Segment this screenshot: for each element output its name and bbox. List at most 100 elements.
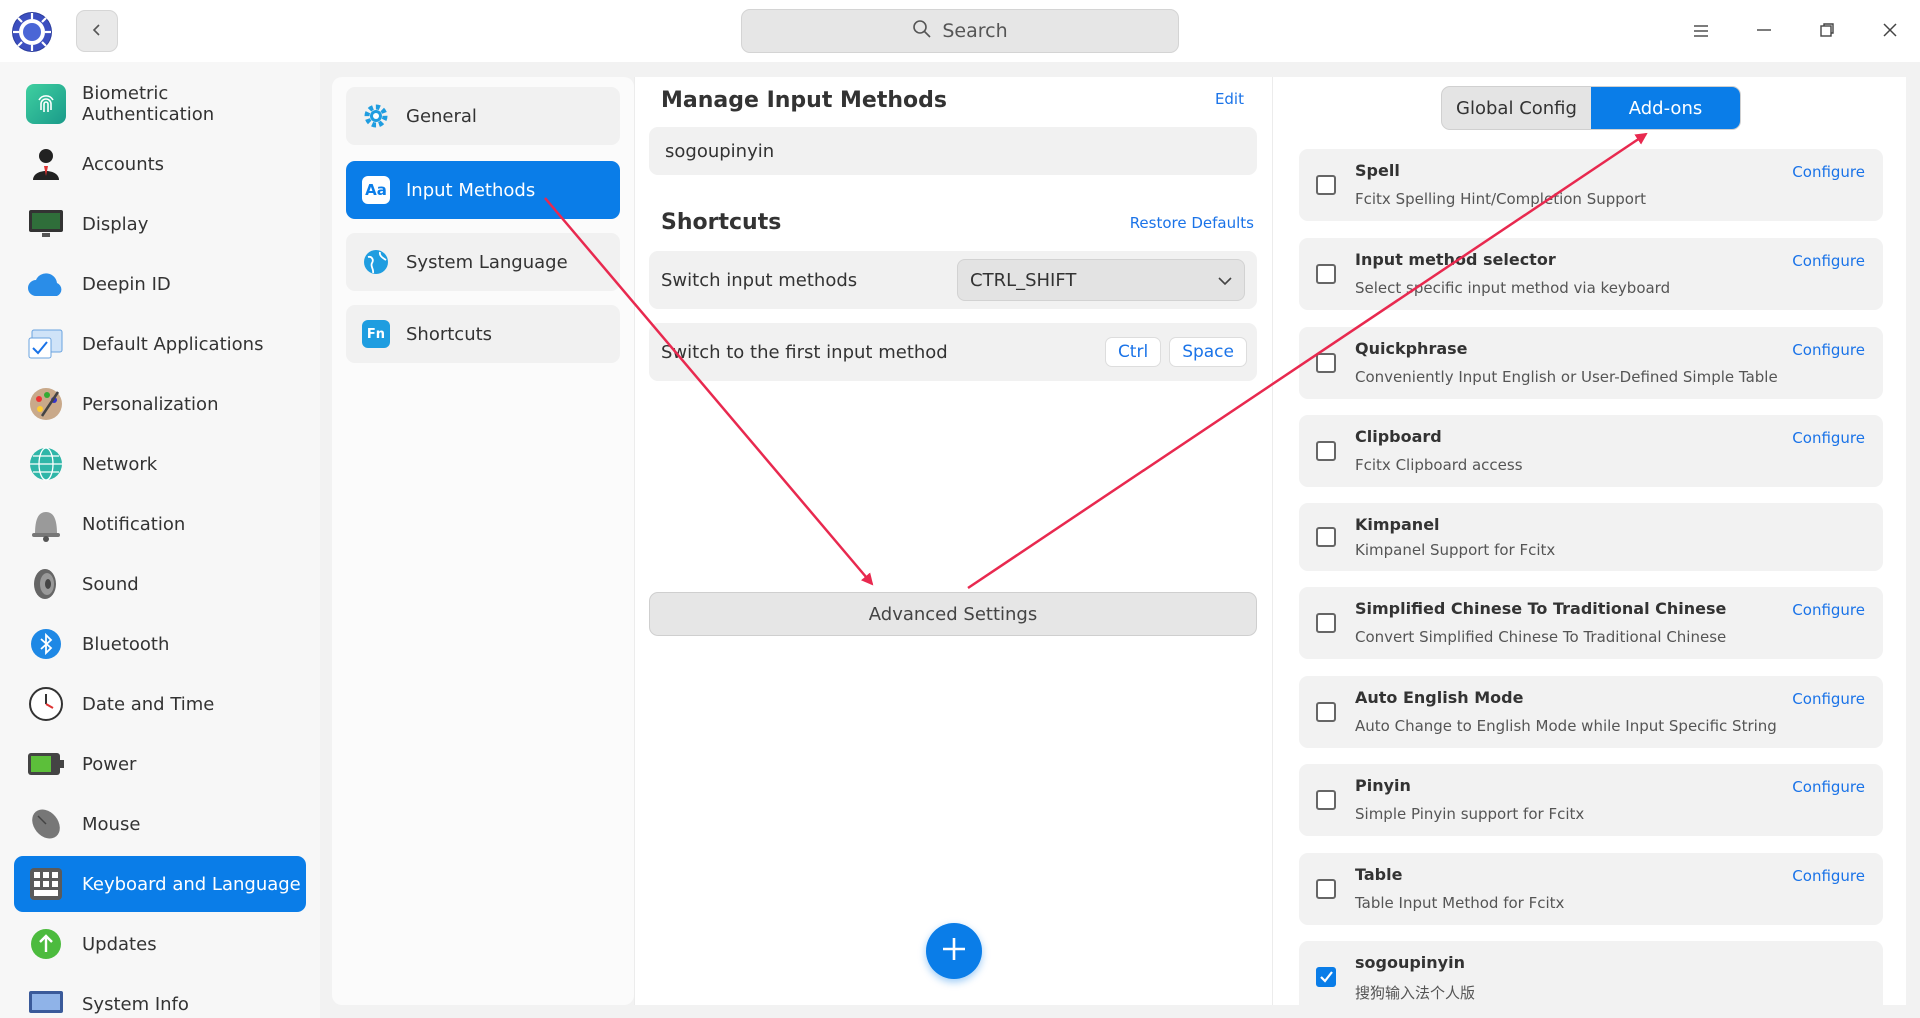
configure-link[interactable]: Configure: [1792, 163, 1865, 181]
sidebar-item-label: Accounts: [82, 153, 165, 175]
addon-checkbox[interactable]: [1316, 441, 1336, 461]
sidebar-item-label: Personalization: [82, 393, 219, 415]
sidebar-item-label: Date and Time: [82, 693, 215, 715]
addon-item-pinyin: Pinyin Simple Pinyin support for Fcitx C…: [1299, 764, 1883, 836]
menu-button[interactable]: [1681, 12, 1721, 52]
addon-checkbox[interactable]: [1316, 353, 1336, 373]
advanced-settings-button[interactable]: Advanced Settings: [649, 592, 1257, 636]
configure-link[interactable]: Configure: [1792, 690, 1865, 708]
shortcut-keys[interactable]: Ctrl Space: [1104, 337, 1247, 367]
addon-checkbox[interactable]: [1316, 527, 1336, 547]
minimize-icon: [1756, 22, 1772, 42]
sidebar-item-updates[interactable]: Updates: [14, 916, 306, 972]
addon-description: Fcitx Clipboard access: [1355, 456, 1523, 474]
addon-item-clipboard: Clipboard Fcitx Clipboard access Configu…: [1299, 415, 1883, 487]
current-input-method-item[interactable]: sogoupinyin: [649, 127, 1257, 175]
sidebar-item-deepin-id[interactable]: Deepin ID: [14, 256, 306, 312]
dropdown-value: CTRL_SHIFT: [970, 269, 1077, 291]
addon-checkbox[interactable]: [1316, 879, 1336, 899]
sidebar-item-default-applications[interactable]: Default Applications: [14, 316, 306, 372]
sidebar-item-bluetooth[interactable]: Bluetooth: [14, 616, 306, 672]
search-placeholder: Search: [942, 20, 1008, 42]
edit-link[interactable]: Edit: [1215, 90, 1244, 108]
configure-link[interactable]: Configure: [1792, 778, 1865, 796]
maximize-button[interactable]: [1807, 12, 1847, 52]
sidebar-item-label: Network: [82, 453, 158, 475]
minimize-button[interactable]: [1744, 12, 1784, 52]
sidebar-item-accounts[interactable]: Accounts: [14, 136, 306, 192]
sidebar-item-label: Power: [82, 753, 137, 775]
sidebar-item-notification[interactable]: Notification: [14, 496, 306, 552]
addon-checkbox[interactable]: [1316, 790, 1336, 810]
speaker-icon: [26, 564, 66, 604]
configure-link[interactable]: Configure: [1792, 341, 1865, 359]
sidebar-item-sound[interactable]: Sound: [14, 556, 306, 612]
configure-link[interactable]: Configure: [1792, 867, 1865, 885]
sidebar-item-keyboard-and-language[interactable]: Keyboard and Language: [14, 856, 306, 912]
addon-item-quickphrase: Quickphrase Conveniently Input English o…: [1299, 327, 1883, 399]
globe-icon: [362, 248, 390, 276]
category-general[interactable]: General: [346, 87, 620, 145]
tab-add-ons[interactable]: Add-ons: [1591, 87, 1740, 129]
addon-checkbox[interactable]: [1316, 264, 1336, 284]
addon-checkbox[interactable]: [1316, 175, 1336, 195]
sidebar-item-label: Bluetooth: [82, 633, 170, 655]
sidebar-item-network[interactable]: Network: [14, 436, 306, 492]
add-input-method-button[interactable]: [926, 923, 982, 979]
keyboard-icon: [26, 864, 66, 904]
restore-defaults-link[interactable]: Restore Defaults: [1130, 214, 1254, 232]
sidebar: Biometric Authentication Accounts Displa…: [0, 62, 320, 1018]
tab-global-config[interactable]: Global Config: [1442, 87, 1591, 129]
ctrl-key: Ctrl: [1104, 337, 1162, 367]
sidebar-item-label: Biometric Authentication: [82, 83, 215, 125]
addon-item-spell: Spell Fcitx Spelling Hint/Completion Sup…: [1299, 149, 1883, 221]
sidebar-item-power[interactable]: Power: [14, 736, 306, 792]
sidebar-item-mouse[interactable]: Mouse: [14, 796, 306, 852]
battery-icon: [26, 744, 66, 784]
addon-checkbox[interactable]: [1316, 613, 1336, 633]
category-shortcuts[interactable]: Fn Shortcuts: [346, 305, 620, 363]
sidebar-item-label: Notification: [82, 513, 186, 535]
sidebar-item-date-and-time[interactable]: Date and Time: [14, 676, 306, 732]
restore-window-icon: [1819, 22, 1835, 42]
close-button[interactable]: [1870, 12, 1910, 52]
configure-link[interactable]: Configure: [1792, 429, 1865, 447]
back-button[interactable]: [76, 10, 118, 52]
sidebar-item-display[interactable]: Display: [14, 196, 306, 252]
category-input-methods[interactable]: Aa Input Methods: [346, 161, 620, 219]
addon-description: 搜狗输入法个人版: [1355, 984, 1476, 1002]
addon-description: Kimpanel Support for Fcitx: [1355, 541, 1556, 559]
category-system-language[interactable]: System Language: [346, 233, 620, 291]
monitor-icon: [26, 204, 66, 244]
switch-input-methods-dropdown[interactable]: CTRL_SHIFT: [957, 259, 1245, 301]
close-icon: [1882, 22, 1898, 42]
category-label: General: [406, 105, 477, 127]
search-input[interactable]: Search: [741, 9, 1179, 53]
sidebar-item-system-info[interactable]: System Info: [14, 976, 306, 1018]
mouse-icon: [26, 804, 66, 844]
sidebar-item-biometric-authentication[interactable]: Biometric Authentication: [14, 76, 306, 132]
input-method-icon: Aa: [362, 176, 390, 204]
addon-item-table: Table Table Input Method for Fcitx Confi…: [1299, 853, 1883, 925]
user-icon: [26, 144, 66, 184]
addon-name: Auto English Mode: [1355, 688, 1524, 707]
category-label: Input Methods: [406, 179, 536, 201]
addon-checkbox-checked[interactable]: [1316, 967, 1336, 987]
category-panel: General Aa Input Methods System Language…: [332, 77, 634, 1005]
switch-input-methods-label: Switch input methods: [661, 269, 858, 291]
sidebar-item-personalization[interactable]: Personalization: [14, 376, 306, 432]
configure-link[interactable]: Configure: [1792, 252, 1865, 270]
addon-description: Conveniently Input English or User-Defin…: [1355, 368, 1778, 386]
addon-checkbox[interactable]: [1316, 702, 1336, 722]
switch-first-input-method-label: Switch to the first input method: [661, 341, 948, 363]
addon-item-kimpanel: Kimpanel Kimpanel Support for Fcitx: [1299, 503, 1883, 571]
addon-name: Simplified Chinese To Traditional Chines…: [1355, 599, 1727, 618]
configure-link[interactable]: Configure: [1792, 601, 1865, 619]
chevron-left-icon: [90, 22, 104, 41]
fn-key-icon: Fn: [362, 320, 390, 348]
space-key: Space: [1169, 337, 1247, 367]
addon-name: Input method selector: [1355, 250, 1556, 269]
addon-item-simplified-to-traditional: Simplified Chinese To Traditional Chines…: [1299, 587, 1883, 659]
search-icon: [912, 19, 932, 44]
fingerprint-icon: [26, 84, 66, 124]
